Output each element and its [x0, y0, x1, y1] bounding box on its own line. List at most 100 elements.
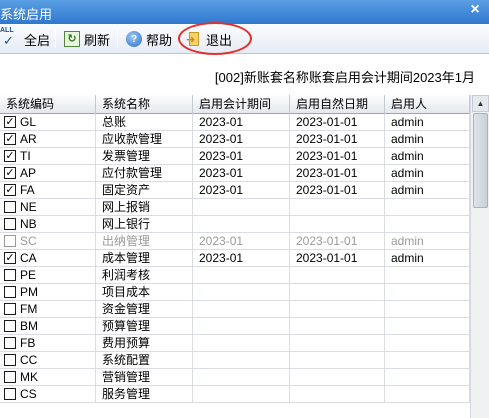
cell-code: SC: [0, 233, 96, 249]
table-row[interactable]: ✓ FA 固定资产 2023-01 2023-01-01 admin: [0, 182, 470, 199]
table-row[interactable]: CS 服务管理: [0, 386, 470, 403]
enable-date: [290, 318, 385, 334]
system-name: 资金管理: [96, 301, 193, 317]
column-header-code[interactable]: 系统编码: [0, 95, 96, 114]
account-period-info: [002]新账套名称账套启用会计期间2023年1月: [214, 70, 475, 85]
cell-code: NE: [0, 199, 96, 215]
system-name: 固定资产: [96, 182, 193, 198]
enable-date: 2023-01-01: [290, 250, 385, 266]
system-code: PM: [20, 285, 38, 299]
enable-checkbox[interactable]: ✓: [4, 167, 16, 179]
refresh-button[interactable]: ↻ 刷新: [64, 28, 110, 50]
enable-period: [193, 216, 290, 232]
system-code: NB: [20, 217, 37, 231]
exit-button[interactable]: ➜ 退出: [186, 28, 232, 50]
enable-date: 2023-01-01: [290, 114, 385, 130]
enable-date: [290, 352, 385, 368]
enable-checkbox[interactable]: ✓: [4, 150, 16, 162]
enable-checkbox[interactable]: [4, 320, 16, 332]
enable-user: [385, 284, 470, 300]
window-title: 系统启用: [0, 7, 53, 22]
enable-checkbox[interactable]: ✓: [4, 116, 16, 128]
enable-checkbox[interactable]: [4, 286, 16, 298]
table-row[interactable]: MK 营销管理: [0, 369, 470, 386]
enable-checkbox[interactable]: [4, 235, 16, 247]
cell-code: MK: [0, 369, 96, 385]
enable-checkbox[interactable]: [4, 269, 16, 281]
enable-checkbox[interactable]: [4, 371, 16, 383]
scroll-up-icon[interactable]: ▲: [472, 95, 489, 112]
column-header-date[interactable]: 启用自然日期: [290, 95, 385, 114]
enable-checkbox[interactable]: ✓: [4, 184, 16, 196]
enable-checkbox[interactable]: ✓: [4, 133, 16, 145]
enable-checkbox[interactable]: [4, 218, 16, 230]
table-row[interactable]: NB 网上银行: [0, 216, 470, 233]
enable-user: [385, 318, 470, 334]
table-row[interactable]: BM 预算管理: [0, 318, 470, 335]
table-row[interactable]: FB 费用预算: [0, 335, 470, 352]
toolbar-separator: [55, 30, 56, 48]
table-row[interactable]: FM 资金管理: [0, 301, 470, 318]
enable-user: [385, 216, 470, 232]
enable-period: [193, 352, 290, 368]
enable-date: 2023-01-01: [290, 131, 385, 147]
enable-date: 2023-01-01: [290, 182, 385, 198]
enable-user: [385, 267, 470, 283]
table-row[interactable]: ✓ TI 发票管理 2023-01 2023-01-01 admin: [0, 148, 470, 165]
table-row[interactable]: ✓ GL 总账 2023-01 2023-01-01 admin: [0, 114, 470, 131]
close-icon[interactable]: ×: [467, 1, 483, 19]
enable-period: [193, 284, 290, 300]
scroll-thumb[interactable]: [473, 113, 488, 208]
system-code: FM: [20, 302, 38, 316]
enable-date: [290, 335, 385, 351]
enable-user: admin: [385, 148, 470, 164]
enable-user: [385, 301, 470, 317]
enable-user: admin: [385, 114, 470, 130]
column-header-period[interactable]: 启用会计期间: [193, 95, 290, 114]
enable-user: [385, 386, 470, 402]
help-icon: ?: [126, 31, 142, 47]
enable-date: [290, 386, 385, 402]
column-header-user[interactable]: 启用人: [385, 95, 470, 114]
enable-period: 2023-01: [193, 250, 290, 266]
enable-checkbox[interactable]: [4, 337, 16, 349]
enable-user: [385, 199, 470, 215]
system-name: 营销管理: [96, 369, 193, 385]
enable-checkbox[interactable]: [4, 303, 16, 315]
table-row[interactable]: ✓ AR 应收款管理 2023-01 2023-01-01 admin: [0, 131, 470, 148]
table-row[interactable]: PE 利润考核: [0, 267, 470, 284]
column-header-name[interactable]: 系统名称: [96, 95, 193, 114]
enable-date: [290, 199, 385, 215]
vertical-scrollbar[interactable]: ▲: [470, 95, 489, 418]
enable-user: [385, 352, 470, 368]
enable-all-label: 全启: [24, 32, 51, 48]
system-name: 预算管理: [96, 318, 193, 334]
toolbar: ALL ✓ 全启 ↻ 刷新 ? 帮助 ➜ 退出: [0, 24, 489, 54]
cell-code: ✓ CA: [0, 250, 96, 266]
enable-period: [193, 199, 290, 215]
enable-checkbox[interactable]: [4, 354, 16, 366]
toolbar-separator: [179, 30, 180, 48]
enable-date: 2023-01-01: [290, 233, 385, 249]
table-row[interactable]: ✓ AP 应付款管理 2023-01 2023-01-01 admin: [0, 165, 470, 182]
help-button[interactable]: ? 帮助: [126, 28, 172, 50]
enable-checkbox[interactable]: [4, 388, 16, 400]
table-row[interactable]: CC 系统配置: [0, 352, 470, 369]
enable-checkbox[interactable]: ✓: [4, 252, 16, 264]
cell-code: PM: [0, 284, 96, 300]
table-row[interactable]: SC 出纳管理 2023-01 2023-01-01 admin: [0, 233, 470, 250]
enable-date: 2023-01-01: [290, 148, 385, 164]
system-name: 服务管理: [96, 386, 193, 402]
enable-all-button[interactable]: ALL ✓ 全启: [0, 27, 51, 50]
system-name: 应付款管理: [96, 165, 193, 181]
table-row[interactable]: NE 网上报销: [0, 199, 470, 216]
enable-period: 2023-01: [193, 165, 290, 181]
table-row[interactable]: PM 项目成本: [0, 284, 470, 301]
system-code: FA: [20, 183, 35, 197]
system-name: 费用预算: [96, 335, 193, 351]
enable-date: [290, 301, 385, 317]
enable-checkbox[interactable]: [4, 201, 16, 213]
table-row[interactable]: ✓ CA 成本管理 2023-01 2023-01-01 admin: [0, 250, 470, 267]
system-name: 网上报销: [96, 199, 193, 215]
grid-rows: ✓ GL 总账 2023-01 2023-01-01 admin ✓ AR 应收款管理 2023-…: [0, 114, 470, 403]
